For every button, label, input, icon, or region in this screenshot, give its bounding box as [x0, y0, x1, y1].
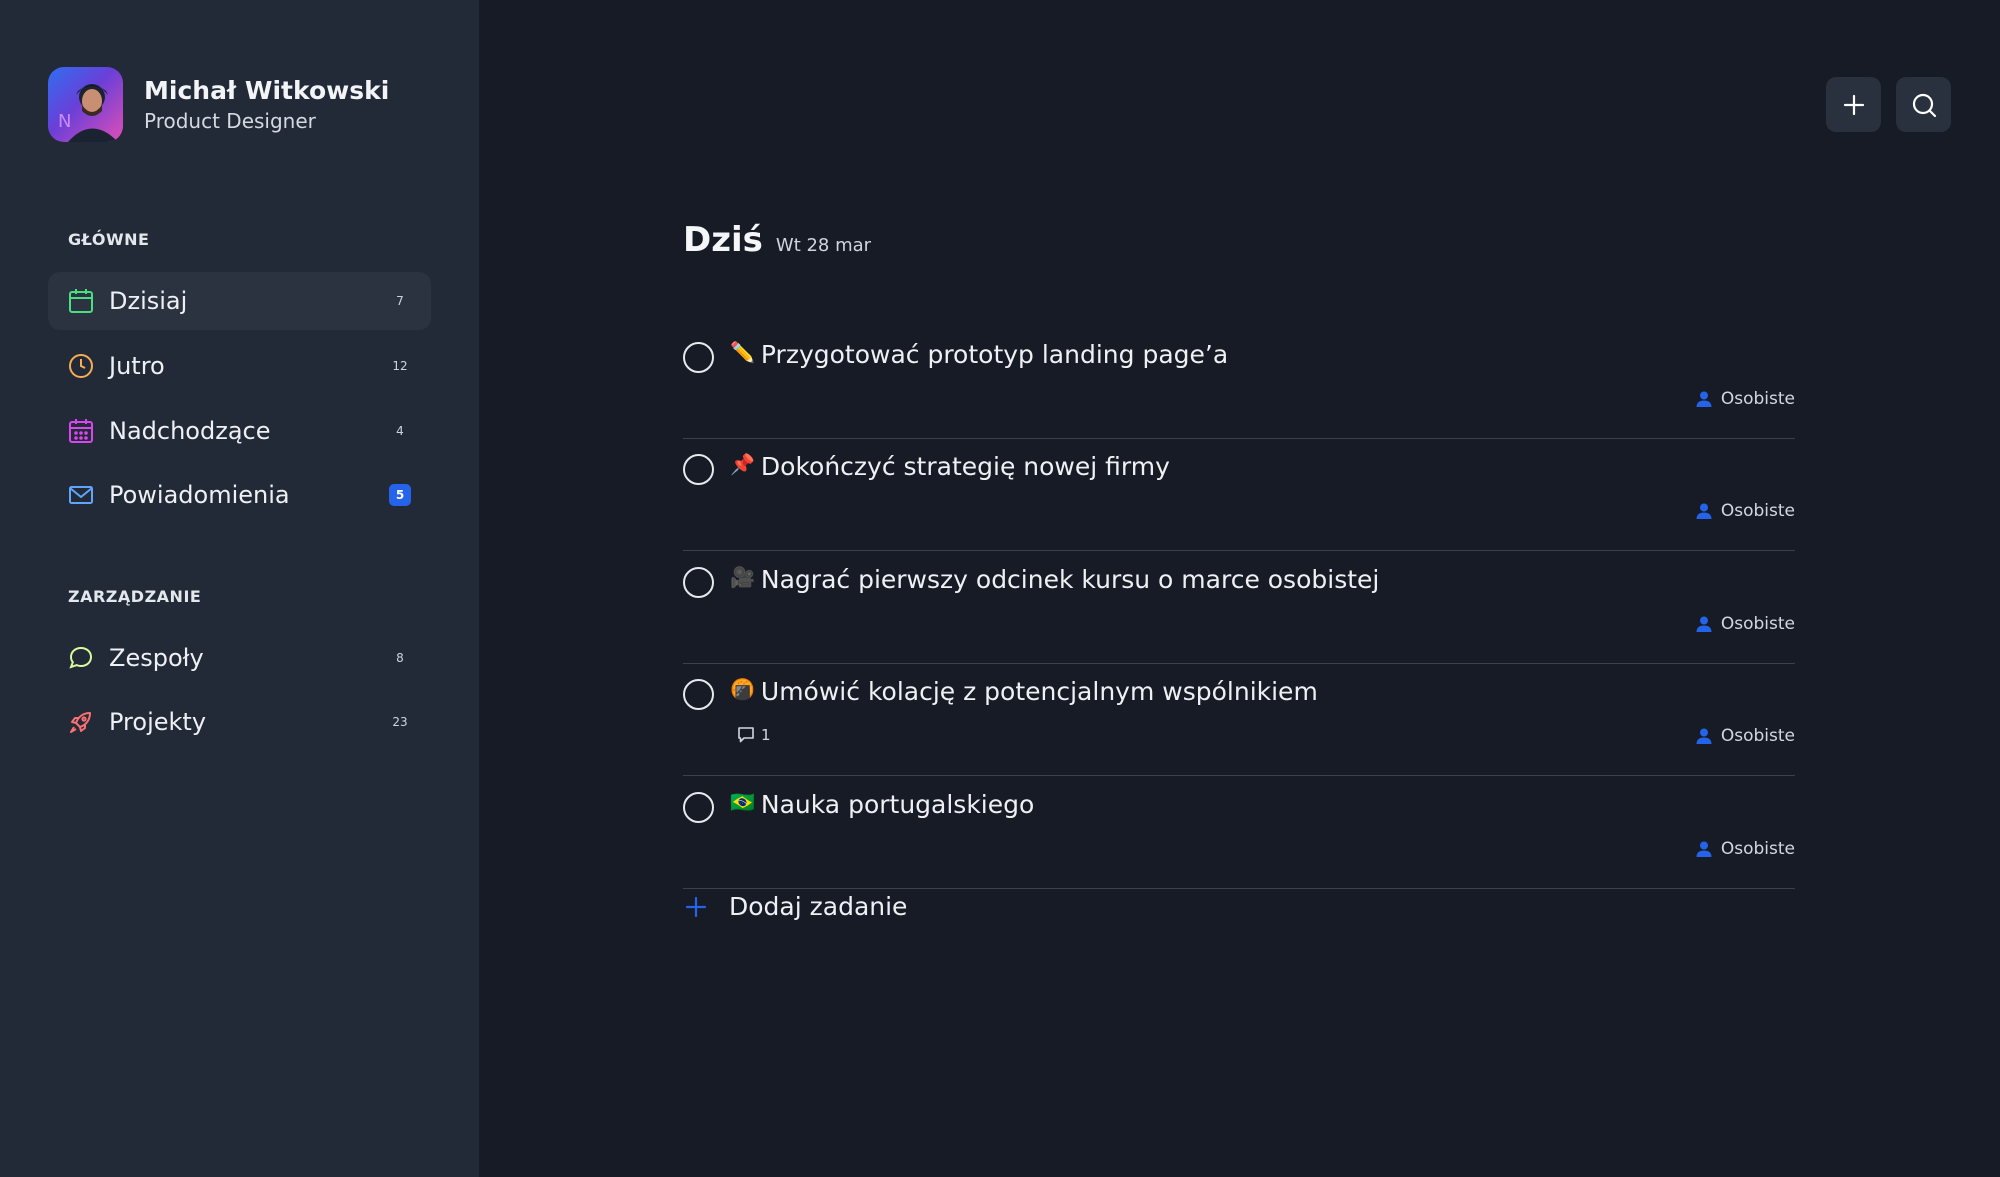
notification-badge: 5	[389, 484, 411, 506]
task-row[interactable]: 🇧🇷 Nauka portugalskiego Osobiste	[683, 777, 1795, 889]
item-count: 12	[392, 359, 408, 373]
sidebar-item-label: Nadchodzące	[109, 417, 271, 445]
task-emoji: ✏️	[730, 339, 755, 364]
task-title: 📌 Dokończyć strategię nowej firmy	[730, 451, 1170, 482]
plus-icon	[1843, 94, 1864, 115]
task-emoji: 🇧🇷	[730, 789, 755, 814]
section-label-main: GŁÓWNE	[68, 230, 150, 249]
task-tag[interactable]: Osobiste	[1695, 614, 1795, 634]
search-icon	[1912, 93, 1936, 117]
task-title-text: Dokończyć strategię nowej firmy	[760, 452, 1170, 481]
add-task-button[interactable]: Dodaj zadanie	[683, 892, 907, 921]
task-row[interactable]: 🎥 Nagrać pierwszy odcinek kursu o marce …	[683, 552, 1795, 664]
task-tag-label: Osobiste	[1720, 726, 1795, 746]
user-profile[interactable]: N Michał Witkowski Product Designer	[48, 67, 389, 142]
user-icon	[1696, 391, 1712, 407]
task-title-text: Umówić kolację z potencjalnym wspólnikie…	[760, 677, 1318, 706]
task-title: 🎥 Nagrać pierwszy odcinek kursu o marce …	[730, 564, 1380, 595]
page-header: Dziś Wt 28 mar	[683, 220, 871, 260]
section-label-manage: ZARZĄDZANIE	[68, 587, 202, 606]
sidebar-item-label: Powiadomienia	[109, 481, 290, 509]
task-tag[interactable]: Osobiste	[1695, 389, 1795, 409]
sidebar-item-zespoly[interactable]: Zespoły 8	[48, 629, 431, 687]
task-checkbox[interactable]	[683, 792, 714, 823]
task-emoji: 📌	[730, 451, 755, 476]
task-tag-label: Osobiste	[1720, 839, 1795, 859]
task-tag[interactable]: Osobiste	[1695, 726, 1795, 746]
task-tag[interactable]: Osobiste	[1695, 839, 1795, 859]
item-count: 8	[396, 651, 404, 665]
task-title-text: Nagrać pierwszy odcinek kursu o marce os…	[760, 565, 1380, 594]
task-title: 🍘 Umówić kolację z potencjalnym wspólnik…	[730, 676, 1318, 707]
sidebar-item-label: Zespoły	[109, 644, 204, 672]
sidebar-item-label: Dzisiaj	[109, 287, 188, 315]
add-task-label: Dodaj zadanie	[729, 892, 908, 921]
sidebar-item-powiadomienia[interactable]: Powiadomienia 5	[48, 466, 431, 524]
sidebar-item-nadchodzace[interactable]: Nadchodzące 4	[48, 402, 431, 460]
user-role: Product Designer	[144, 108, 316, 133]
task-row[interactable]: 📌 Dokończyć strategię nowej firmy Osobis…	[683, 439, 1795, 551]
comment-icon	[738, 727, 754, 743]
user-name: Michał Witkowski	[144, 75, 390, 105]
task-tag-label: Osobiste	[1720, 389, 1795, 409]
task-row[interactable]: ✏️ Przygotować prototyp landing page’a O…	[683, 327, 1795, 439]
task-checkbox[interactable]	[683, 454, 714, 485]
task-tag-label: Osobiste	[1720, 501, 1795, 521]
item-count: 7	[396, 294, 404, 308]
sidebar: N Michał Witkowski Product Designer GŁÓW…	[0, 0, 479, 1177]
task-checkbox[interactable]	[683, 567, 714, 598]
task-emoji: 🎥	[730, 564, 755, 589]
task-checkbox[interactable]	[683, 342, 714, 373]
mail-icon	[67, 481, 95, 509]
profile-text: Michał Witkowski Product Designer	[144, 75, 389, 135]
chat-bubble-icon	[67, 644, 95, 672]
rocket-icon	[67, 708, 95, 736]
task-title-text: Nauka portugalskiego	[760, 790, 1035, 819]
sidebar-item-label: Projekty	[109, 708, 207, 736]
sidebar-item-projekty[interactable]: Projekty 23	[48, 693, 431, 751]
avatar: N	[48, 67, 123, 142]
calendar-grid-icon	[67, 417, 95, 445]
clock-icon	[67, 352, 95, 380]
search-button[interactable]	[1896, 77, 1951, 132]
task-checkbox[interactable]	[683, 679, 714, 710]
task-tag-label: Osobiste	[1720, 614, 1795, 634]
task-title: 🇧🇷 Nauka portugalskiego	[730, 789, 1035, 820]
sidebar-item-dzisiaj[interactable]: Dzisiaj 7	[48, 272, 431, 330]
sidebar-item-label: Jutro	[109, 352, 165, 380]
task-tag[interactable]: Osobiste	[1695, 501, 1795, 521]
user-icon	[1696, 728, 1712, 744]
task-title: ✏️ Przygotować prototyp landing page’a	[730, 339, 1229, 370]
page-title: Dziś	[683, 220, 763, 260]
plus-icon	[685, 896, 707, 917]
task-emoji: 🍘	[730, 676, 755, 701]
page-date: Wt 28 mar	[775, 235, 872, 256]
app-root: N Michał Witkowski Product Designer GŁÓW…	[0, 0, 2000, 1177]
item-count: 4	[396, 424, 404, 438]
comment-count: 1	[761, 726, 771, 744]
item-count: 23	[392, 715, 408, 729]
user-icon	[1696, 503, 1712, 519]
task-title-text: Przygotować prototyp landing page’a	[760, 340, 1229, 369]
svg-text:N: N	[58, 111, 71, 132]
user-icon	[1696, 616, 1712, 632]
task-row[interactable]: 🍘 Umówić kolację z potencjalnym wspólnik…	[683, 664, 1795, 776]
task-comments[interactable]: 1	[737, 726, 771, 744]
add-button[interactable]	[1826, 77, 1881, 132]
calendar-icon	[67, 287, 95, 315]
user-icon	[1696, 841, 1712, 857]
sidebar-item-jutro[interactable]: Jutro 12	[48, 337, 431, 395]
